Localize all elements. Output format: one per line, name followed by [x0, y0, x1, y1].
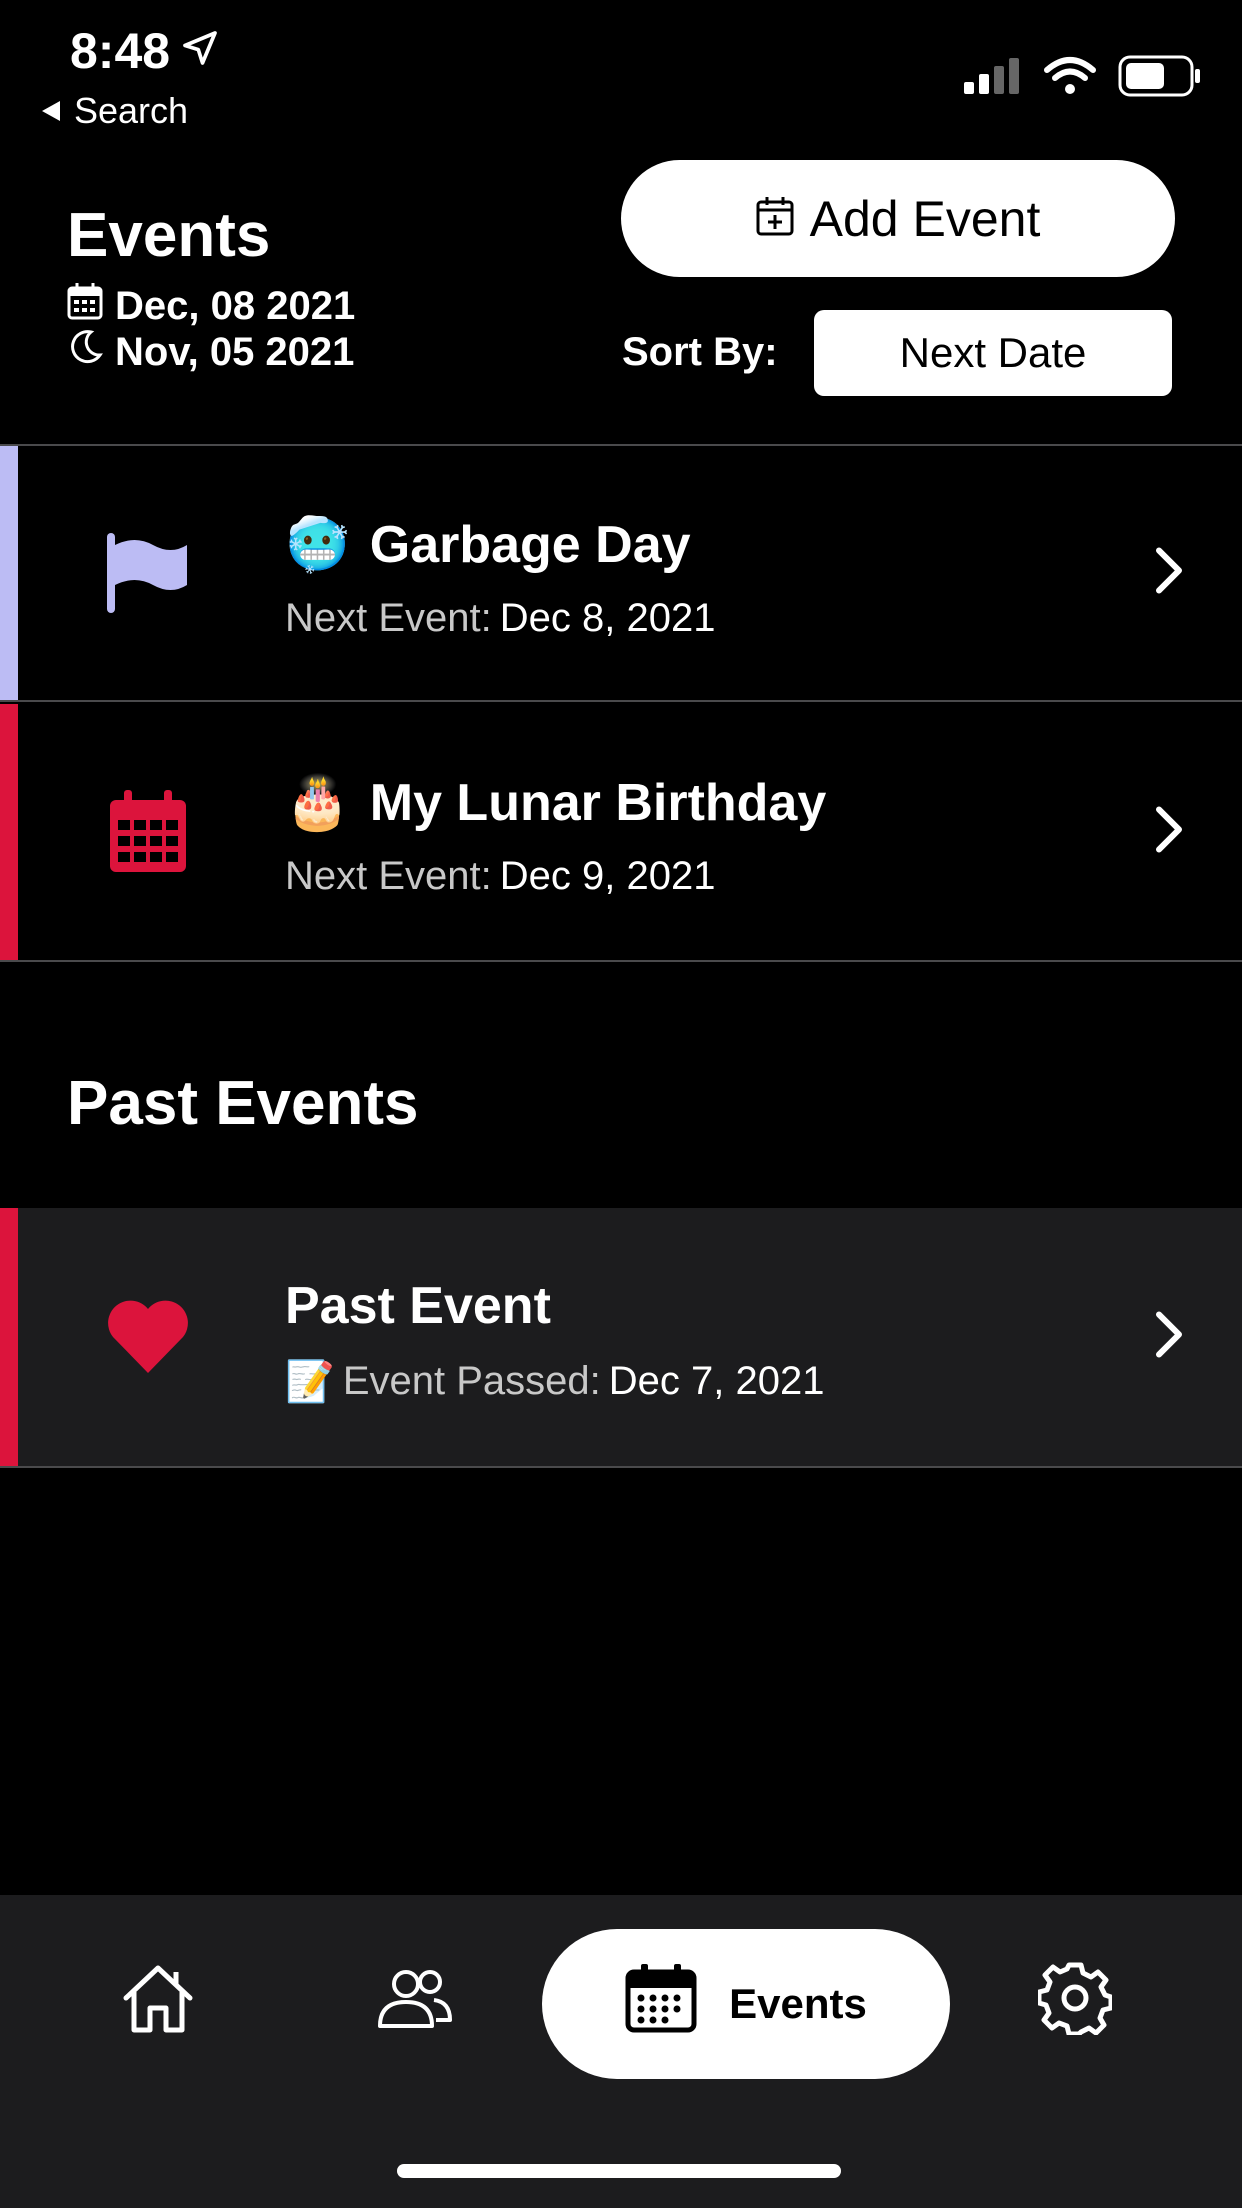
event-row-past-event[interactable]: Past Event 📝 Event Passed: Dec 7, 2021	[0, 1208, 1242, 1468]
event-sub-label: Next Event:	[285, 596, 492, 640]
battery-icon	[1118, 55, 1202, 102]
event-accent-stripe	[0, 1208, 18, 1466]
page-title: Events	[67, 201, 271, 270]
back-triangle-icon	[40, 90, 62, 132]
past-events-heading: Past Events	[67, 1069, 419, 1138]
tab-home[interactable]	[100, 1925, 215, 2075]
event-title: 🎂 My Lunar Birthday	[285, 772, 826, 833]
event-title: 🥶 Garbage Day	[285, 514, 691, 575]
chevron-right-icon	[1154, 546, 1184, 601]
event-row-lunar-birthday[interactable]: 🎂 My Lunar Birthday Next Event: Dec 9, 2…	[0, 704, 1242, 962]
add-event-button[interactable]: Add Event	[621, 160, 1175, 277]
sort-select[interactable]: Next Date	[814, 310, 1172, 396]
signal-icon	[964, 58, 1022, 99]
event-title-text: My Lunar Birthday	[369, 773, 827, 832]
lunar-date: Nov, 05 2021	[67, 328, 354, 376]
tab-events[interactable]: Events	[542, 1929, 950, 2079]
heart-icon	[105, 1294, 191, 1380]
tab-settings[interactable]	[1035, 1925, 1115, 2075]
event-emoji: 🥶	[285, 516, 350, 574]
event-title-text: Garbage Day	[369, 515, 691, 574]
event-title-text: Past Event	[285, 1277, 551, 1335]
event-sub-label: Event Passed:	[342, 1359, 601, 1403]
solar-date: Dec, 08 2021	[67, 282, 355, 330]
people-icon	[376, 1968, 454, 2033]
home-icon	[120, 1962, 196, 2039]
tab-events-label: Events	[729, 1980, 867, 2027]
event-emoji: 📝	[285, 1360, 335, 1404]
back-to-search-link[interactable]: Search	[40, 90, 188, 132]
calendar-icon	[105, 789, 191, 875]
event-sub-value: Dec 9, 2021	[499, 854, 716, 898]
moon-icon	[67, 328, 103, 376]
solar-date-text: Dec, 08 2021	[115, 283, 356, 328]
event-sub-label: Next Event:	[285, 854, 492, 898]
wifi-icon	[1044, 56, 1096, 101]
lunar-date-text: Nov, 05 2021	[115, 329, 355, 374]
event-subtitle: 📝 Event Passed: Dec 7, 2021	[285, 1358, 824, 1405]
event-accent-stripe	[0, 704, 18, 960]
event-sub-value: Dec 8, 2021	[499, 596, 716, 640]
add-event-label: Add Event	[809, 190, 1041, 247]
event-title: Past Event	[285, 1276, 551, 1336]
gear-icon	[1036, 1961, 1114, 2040]
tab-bar: Events	[0, 1895, 1242, 2208]
calendar-plus-icon	[756, 190, 794, 248]
status-icons	[964, 55, 1202, 102]
time-text: 8:48	[70, 23, 171, 79]
event-subtitle: Next Event: Dec 9, 2021	[285, 854, 715, 899]
calendar-icon	[67, 282, 103, 330]
chevron-right-icon	[1154, 1310, 1184, 1365]
event-subtitle: Next Event: Dec 8, 2021	[285, 596, 715, 641]
sort-label: Sort By:	[622, 330, 778, 374]
location-arrow-icon	[180, 22, 220, 80]
tab-people[interactable]	[355, 1925, 475, 2075]
calendar-icon	[625, 1964, 697, 2044]
event-emoji: 🎂	[285, 774, 350, 832]
event-sub-value: Dec 7, 2021	[608, 1359, 825, 1403]
event-row-garbage-day[interactable]: 🥶 Garbage Day Next Event: Dec 8, 2021	[0, 444, 1242, 702]
chevron-right-icon	[1154, 805, 1184, 860]
status-time: 8:48	[70, 22, 220, 80]
event-accent-stripe	[0, 446, 18, 700]
back-label: Search	[74, 90, 189, 131]
flag-icon	[105, 530, 191, 616]
home-indicator	[397, 2164, 841, 2178]
